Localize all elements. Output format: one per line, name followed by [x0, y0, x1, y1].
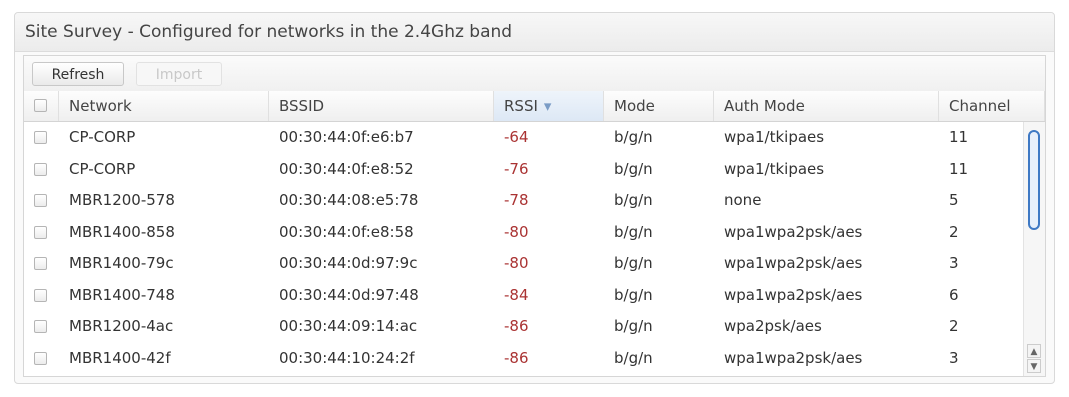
cell-channel: 2: [949, 317, 959, 335]
table-row[interactable]: MBR1400-79c 00:30:44:0d:97:9c -80 b/g/n wpa1…: [24, 248, 1024, 280]
cell-rssi: -80: [504, 222, 529, 241]
cell-bssid: 00:30:44:09:14:ac: [279, 317, 418, 335]
survey-grid: Refresh Import Network BSSID RSSI ▾ Mode …: [23, 55, 1046, 377]
cell-auth-mode: wpa1/tkipaes: [724, 128, 825, 146]
cell-auth-mode: wpa1wpa2psk/aes: [724, 254, 863, 272]
cell-mode: b/g/n: [614, 285, 653, 304]
cell-channel: 11: [949, 159, 969, 178]
cell-bssid: 00:30:44:0f:e8:58: [279, 222, 414, 241]
cell-network: CP-CORP: [69, 159, 136, 178]
table-row[interactable]: MBR1200-578 00:30:44:08:e5:78 -78 b/g/n none…: [24, 185, 1024, 217]
row-checkbox[interactable]: [34, 351, 47, 365]
cell-bssid: 00:30:44:0d:97:48: [279, 285, 419, 304]
cell-channel: 6: [949, 285, 959, 304]
cell-channel: 2: [949, 222, 959, 241]
column-header-network[interactable]: Network: [59, 91, 269, 121]
row-checkbox[interactable]: [34, 162, 47, 176]
cell-channel: 5: [949, 191, 959, 209]
site-survey-panel: Site Survey - Configured for networks in…: [14, 12, 1055, 384]
cell-rssi: -76: [504, 159, 529, 178]
cell-rssi: -80: [504, 254, 529, 272]
table-body: CP-CORP 00:30:44:0f:e6:b7 -64 b/g/n wpa1/tki…: [24, 122, 1024, 376]
select-all-checkbox[interactable]: [34, 99, 47, 112]
column-header-rssi-label: RSSI: [504, 97, 538, 115]
cell-bssid: 00:30:44:0f:e8:52: [279, 159, 414, 178]
panel-title: Site Survey - Configured for networks in…: [15, 13, 1054, 52]
cell-bssid: 00:30:44:0f:e6:b7: [279, 128, 414, 146]
import-button[interactable]: Import: [136, 62, 222, 86]
cell-network: CP-CORP: [69, 128, 136, 146]
row-checkbox[interactable]: [34, 194, 47, 207]
cell-mode: b/g/n: [614, 348, 653, 367]
row-checkbox[interactable]: [34, 320, 47, 333]
cell-mode: b/g/n: [614, 222, 653, 241]
cell-bssid: 00:30:44:08:e5:78: [279, 191, 419, 209]
cell-rssi: -78: [504, 191, 529, 209]
cell-auth-mode: wpa1wpa2psk/aes: [724, 285, 863, 304]
cell-channel: 3: [949, 254, 959, 272]
scroll-up-icon[interactable]: ▲: [1027, 344, 1041, 358]
toolbar: Refresh Import: [24, 56, 1045, 92]
cell-channel: 3: [949, 348, 959, 367]
cell-bssid: 00:30:44:10:24:2f: [279, 348, 415, 367]
cell-network: MBR1200-578: [69, 191, 175, 209]
cell-mode: b/g/n: [614, 254, 653, 272]
table-row[interactable]: MBR1400-858 00:30:44:0f:e8:58 -80 b/g/n wpa1…: [24, 217, 1024, 249]
column-header-channel[interactable]: Channel: [939, 91, 1045, 121]
row-checkbox[interactable]: [34, 225, 47, 239]
cell-channel: 11: [949, 128, 969, 146]
cell-network: MBR1400-42f: [69, 348, 171, 367]
table-row[interactable]: MBR1400-42f 00:30:44:10:24:2f -86 b/g/n wpa1…: [24, 343, 1024, 375]
cell-auth-mode: wpa1wpa2psk/aes: [724, 348, 863, 367]
cell-auth-mode: wpa2psk/aes: [724, 317, 822, 335]
cell-rssi: -64: [504, 128, 529, 146]
cell-mode: b/g/n: [614, 191, 653, 209]
scrollbar-thumb[interactable]: [1028, 130, 1040, 230]
row-checkbox[interactable]: [34, 131, 47, 144]
cell-rssi: -84: [504, 285, 529, 304]
table-row[interactable]: CP-CORP 00:30:44:0f:e8:52 -76 b/g/n wpa1/tki…: [24, 154, 1024, 186]
table-row[interactable]: CP-CORP 00:30:44:0f:e6:b7 -64 b/g/n wpa1/tki…: [24, 122, 1024, 154]
cell-network: MBR1400-748: [69, 285, 175, 304]
table-header: Network BSSID RSSI ▾ Mode Auth Mode Chann…: [24, 91, 1045, 122]
column-header-rssi[interactable]: RSSI ▾: [494, 91, 604, 121]
cell-mode: b/g/n: [614, 159, 653, 178]
cell-bssid: 00:30:44:0d:97:9c: [279, 254, 418, 272]
cell-network: MBR1400-79c: [69, 254, 174, 272]
cell-auth-mode: none: [724, 191, 762, 209]
table-row[interactable]: MBR1400-748 00:30:44:0d:97:48 -84 b/g/n wpa1…: [24, 280, 1024, 312]
cell-network: MBR1200-4ac: [69, 317, 174, 335]
cell-rssi: -86: [504, 317, 529, 335]
sort-descending-icon: ▾: [543, 97, 552, 115]
cell-auth-mode: wpa1/tkipaes: [724, 159, 825, 178]
refresh-button[interactable]: Refresh: [32, 62, 124, 86]
vertical-scrollbar[interactable]: ▲ ▼: [1023, 122, 1045, 376]
table-row[interactable]: MBR1200-4ac 00:30:44:09:14:ac -86 b/g/n wpa2…: [24, 311, 1024, 343]
cell-rssi: -86: [504, 348, 529, 367]
row-checkbox[interactable]: [34, 257, 47, 270]
column-header-bssid[interactable]: BSSID: [269, 91, 494, 121]
column-header-auth-mode[interactable]: Auth Mode: [714, 91, 939, 121]
select-all-cell: [24, 91, 59, 121]
cell-network: MBR1400-858: [69, 222, 175, 241]
cell-auth-mode: wpa1wpa2psk/aes: [724, 222, 863, 241]
scroll-down-icon[interactable]: ▼: [1027, 359, 1041, 373]
column-header-mode[interactable]: Mode: [604, 91, 714, 121]
cell-mode: b/g/n: [614, 317, 653, 335]
row-checkbox[interactable]: [34, 288, 47, 302]
cell-mode: b/g/n: [614, 128, 653, 146]
